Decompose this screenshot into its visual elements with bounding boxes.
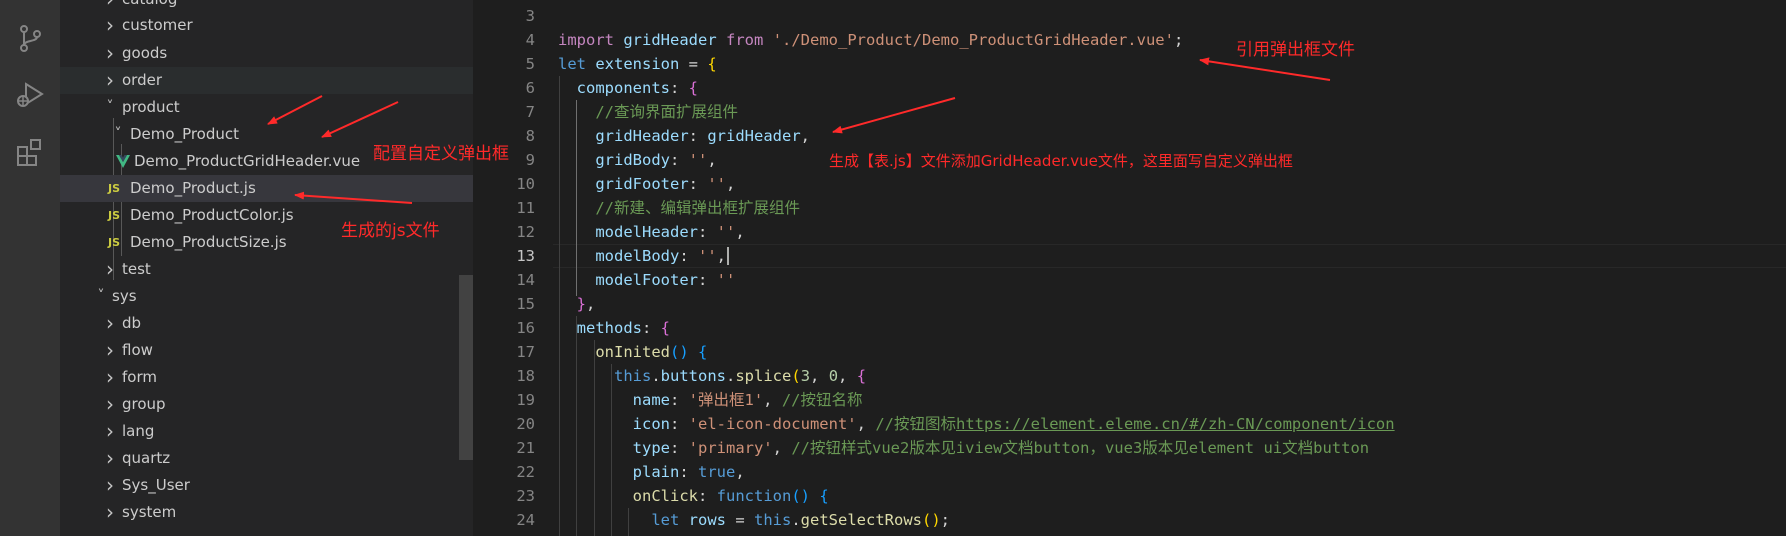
annotation-arrows — [267, 57, 1331, 204]
arrow-import — [1199, 57, 1331, 81]
arrow-js-file — [294, 191, 413, 204]
arrow-product-folder — [267, 95, 323, 125]
arrow-demo-product-folder — [321, 101, 399, 138]
arrow-gridheader — [832, 97, 956, 134]
